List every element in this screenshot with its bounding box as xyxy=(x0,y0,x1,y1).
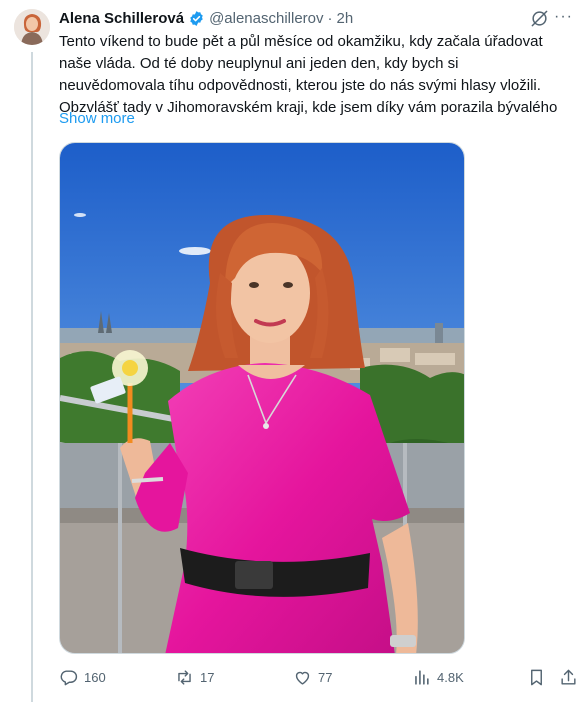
tweet-text-line: Tento víkend to bude pět a půl měsíce od… xyxy=(59,33,543,50)
tweet-actions: 160 17 77 4.8K xyxy=(59,666,579,688)
repost-count: 17 xyxy=(200,669,215,685)
tweet-photo[interactable] xyxy=(59,142,465,654)
views-count: 4.8K xyxy=(437,669,464,685)
like-count: 77 xyxy=(318,669,333,685)
repost-button[interactable]: 17 xyxy=(175,666,214,688)
reply-button[interactable]: 160 xyxy=(59,666,106,688)
tweet-text-line: naše vláda. Od té doby neuplynul ani jed… xyxy=(59,55,459,72)
views-icon xyxy=(415,669,429,685)
more-icon[interactable]: ··· xyxy=(554,8,573,26)
share-button[interactable] xyxy=(559,666,578,688)
like-icon xyxy=(295,671,310,685)
share-icon xyxy=(561,669,576,685)
tweet-header: Alena Schillerová @alenaschillerov · 2h xyxy=(59,8,567,28)
author-handle[interactable]: @alenaschillerov xyxy=(209,10,323,27)
reply-count: 160 xyxy=(84,669,106,685)
show-more-link[interactable]: Show more xyxy=(59,110,135,127)
header-separator: · xyxy=(327,9,333,27)
bookmark-button[interactable] xyxy=(527,666,546,688)
reply-icon xyxy=(60,669,78,685)
tweet-text-line: neuvědomovala tíhu odpovědnosti, kterou … xyxy=(59,77,541,94)
photo-image xyxy=(60,143,464,653)
repost-icon xyxy=(178,669,191,685)
tweet-text-line: Obzvlášť tady v Jihomoravském kraji, kde… xyxy=(59,99,558,116)
verified-badge-icon xyxy=(190,10,203,26)
like-button[interactable]: 77 xyxy=(293,666,332,688)
avatar-image xyxy=(14,9,50,45)
grok-icon[interactable] xyxy=(530,9,549,28)
views-button[interactable]: 4.8K xyxy=(412,666,464,688)
author-avatar[interactable] xyxy=(14,9,50,45)
thread-line xyxy=(31,52,33,702)
author-name[interactable]: Alena Schillerová xyxy=(59,10,184,27)
tweet-text: Tento víkend to bude pět a půl měsíce od… xyxy=(59,31,579,119)
bookmark-icon xyxy=(531,669,542,685)
tweet-time[interactable]: 2h xyxy=(337,10,354,27)
